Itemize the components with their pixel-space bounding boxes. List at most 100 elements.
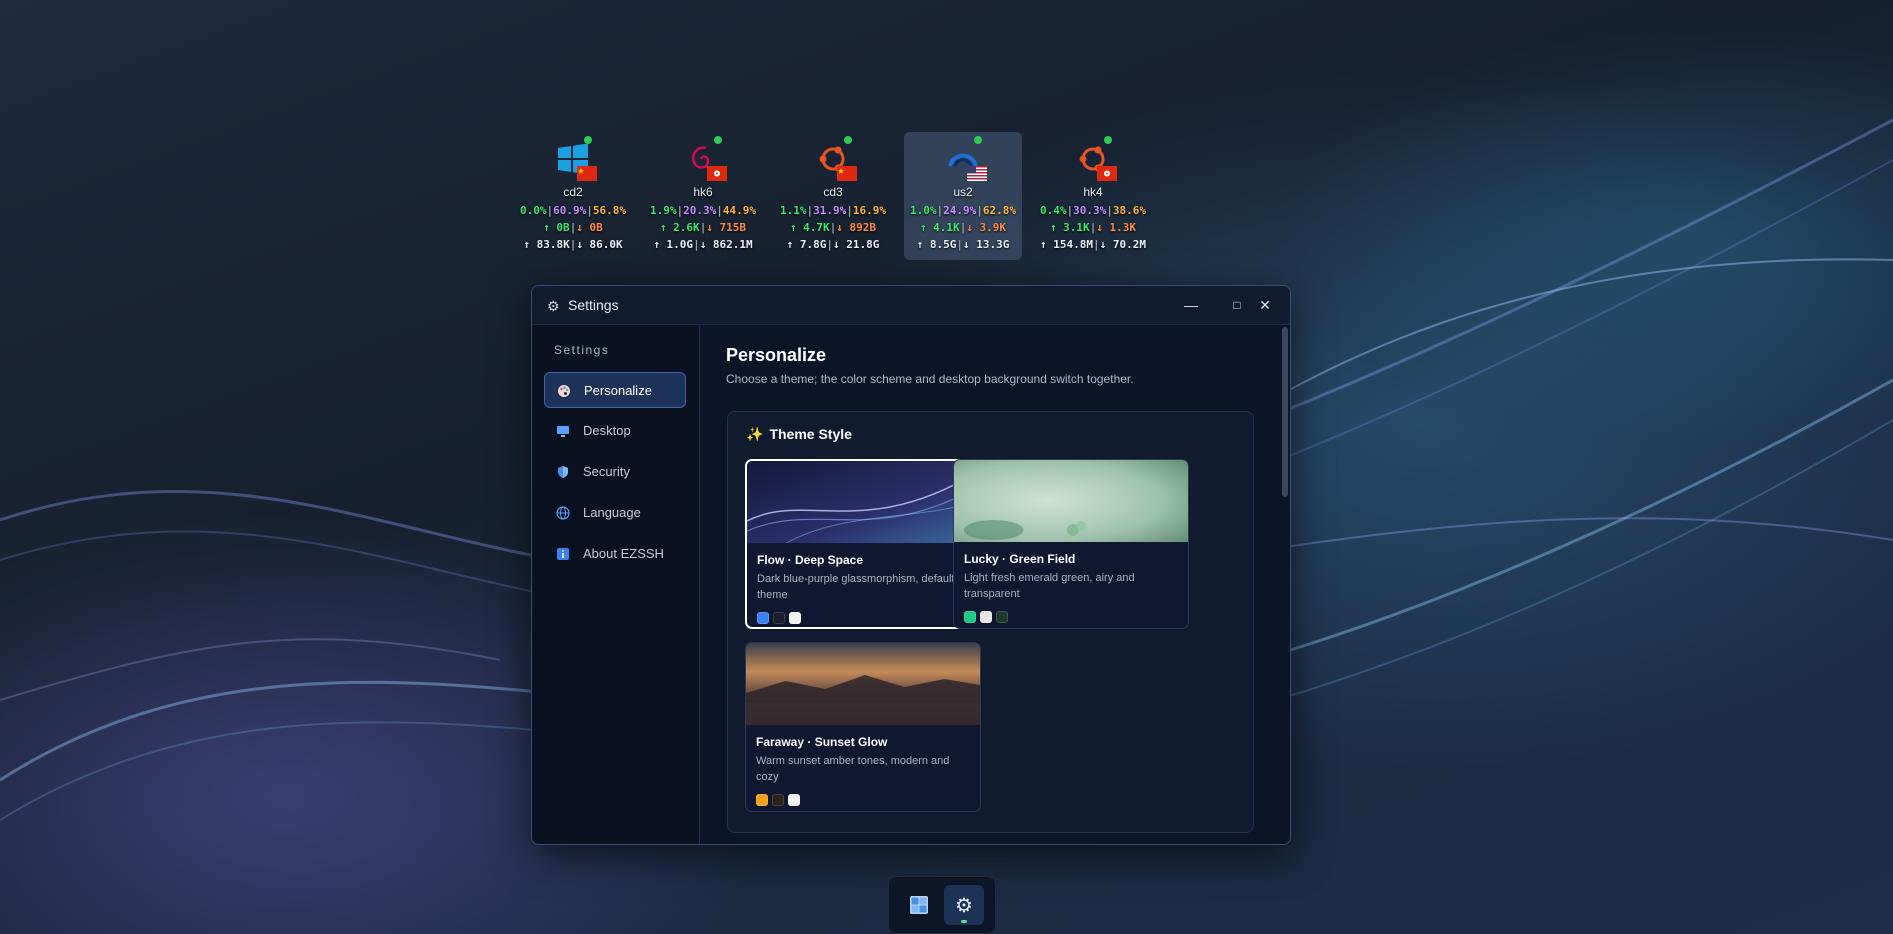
swatch xyxy=(980,611,992,623)
usage-row: 1.9%|20.3%|44.9% xyxy=(634,202,772,219)
swatch xyxy=(788,794,800,806)
download-speed: ↓ 715B xyxy=(706,221,747,234)
separator: | xyxy=(693,238,700,251)
color-swatches xyxy=(964,610,1012,623)
server-hk6[interactable]: hk6 1.9%|20.3%|44.9% ↑ 2.6K|↓ 715B ↑ 1.0G|↓… xyxy=(644,132,762,260)
download-total: ↓ 13.3G xyxy=(963,238,1010,251)
server-cd3[interactable]: cd3 1.1%|31.9%|16.9% ↑ 4.7K|↓ 892B ↑ 7.8G|↓… xyxy=(774,132,892,260)
desktop-server-icons: cd2 0.0%|60.9%|56.8% ↑ 0B|↓ 0B ↑ 83.8K|↓ 86… xyxy=(514,132,1174,262)
theme-name: Lucky · Green Field xyxy=(964,552,1076,566)
china-flag-icon xyxy=(837,166,857,181)
upload-total: ↑ 83.8K xyxy=(523,238,570,251)
sidebar-item-label: Desktop xyxy=(583,423,631,438)
net-speed-row: ↑ 4.7K|↓ 892B xyxy=(764,219,902,236)
running-indicator xyxy=(961,920,967,923)
sidebar-item-label: Language xyxy=(583,505,641,520)
china-flag-icon xyxy=(577,166,597,181)
hongkong-flag-icon xyxy=(707,166,727,181)
theme-name: Faraway · Sunset Glow xyxy=(756,735,888,749)
server-name: hk4 xyxy=(1083,185,1103,199)
disk-usage: 38.6% xyxy=(1112,204,1146,217)
server-stats: 1.0%|24.9%|62.8% ↑ 4.1K|↓ 3.9K ↑ 8.5G|↓ 13… xyxy=(894,202,1032,253)
server-hk4[interactable]: hk4 0.4%|30.3%|38.6% ↑ 3.1K|↓ 1.3K ↑ 154.8M… xyxy=(1034,132,1152,260)
color-swatches xyxy=(756,793,804,806)
download-total: ↓ 70.2M xyxy=(1099,238,1146,251)
download-speed: ↓ 0B xyxy=(576,221,603,234)
swatch xyxy=(789,612,801,624)
swatch xyxy=(757,612,769,624)
upload-speed: ↑ 4.7K xyxy=(789,221,830,234)
net-speed-row: ↑ 3.1K|↓ 1.3K xyxy=(1024,219,1162,236)
page-title: Personalize xyxy=(726,345,827,365)
sidebar-item-desktop[interactable]: Desktop xyxy=(544,413,686,449)
usage-row: 0.0%|60.9%|56.8% xyxy=(504,202,642,219)
memory-usage: 30.3% xyxy=(1073,204,1107,217)
scrollbar[interactable] xyxy=(1282,327,1288,497)
theme-description: Warm sunset amber tones, modern and cozy xyxy=(756,755,950,783)
upload-speed: ↑ 0B xyxy=(543,221,570,234)
server-us2[interactable]: us2 1.0%|24.9%|62.8% ↑ 4.1K|↓ 3.9K ↑ 8.5G|↓… xyxy=(904,132,1022,260)
upload-speed: ↑ 4.1K xyxy=(919,221,960,234)
theme-card-flow[interactable]: Flow · Deep Space ✓ Dark blue-purple gla… xyxy=(745,459,981,629)
usage-row: 0.4%|30.3%|38.6% xyxy=(1024,202,1162,219)
separator: | xyxy=(716,204,723,217)
net-total-row: ↑ 154.8M|↓ 70.2M xyxy=(1024,236,1162,253)
server-name: cd3 xyxy=(823,185,843,199)
cpu-usage: 1.9% xyxy=(650,204,677,217)
upload-speed: ↑ 3.1K xyxy=(1049,221,1090,234)
net-total-row: ↑ 7.8G|↓ 21.8G xyxy=(764,236,902,253)
upload-total: ↑ 1.0G xyxy=(653,238,694,251)
title-bar[interactable]: ⚙ Settings — □ ✕ xyxy=(532,286,1290,325)
cpu-usage: 1.0% xyxy=(910,204,937,217)
sidebar-item-label: About EZSSH xyxy=(583,546,664,561)
server-cd2[interactable]: cd2 0.0%|60.9%|56.8% ↑ 0B|↓ 0B ↑ 83.8K|↓ 86… xyxy=(514,132,632,260)
theme-style-panel: ✨ Theme Style Flow · Deep Space ✓ Dark bl… xyxy=(727,411,1254,833)
sparkles-icon: ✨ xyxy=(746,426,764,442)
download-speed: ↓ 892B xyxy=(836,221,877,234)
theme-preview-flow xyxy=(747,461,979,543)
separator: | xyxy=(976,204,983,217)
theme-preview-faraway xyxy=(746,643,980,725)
info-icon xyxy=(556,547,570,561)
upload-total: ↑ 154.8M xyxy=(1040,238,1093,251)
minimize-button[interactable]: — xyxy=(1168,286,1214,324)
disk-usage: 44.9% xyxy=(722,204,756,217)
server-name: hk6 xyxy=(693,185,713,199)
net-total-row: ↑ 1.0G|↓ 862.1M xyxy=(634,236,772,253)
theme-card-faraway[interactable]: Faraway · Sunset Glow Warm sunset amber … xyxy=(745,642,981,812)
disk-usage: 62.8% xyxy=(982,204,1016,217)
close-button[interactable]: ✕ xyxy=(1242,286,1288,324)
sidebar-item-personalize[interactable]: Personalize xyxy=(544,372,686,408)
theme-preview-lucky xyxy=(954,460,1188,542)
memory-usage: 31.9% xyxy=(813,204,847,217)
usage-row: 1.0%|24.9%|62.8% xyxy=(894,202,1032,219)
color-swatches xyxy=(757,611,805,624)
server-stats: 0.0%|60.9%|56.8% ↑ 0B|↓ 0B ↑ 83.8K|↓ 86.0K xyxy=(504,202,642,253)
separator: | xyxy=(956,238,963,251)
net-total-row: ↑ 8.5G|↓ 13.3G xyxy=(894,236,1032,253)
usage-row: 1.1%|31.9%|16.9% xyxy=(764,202,902,219)
sidebar-item-security[interactable]: Security xyxy=(544,454,686,490)
download-total: ↓ 21.8G xyxy=(833,238,880,251)
page-subtitle: Choose a theme; the color scheme and des… xyxy=(726,372,1134,386)
taskbar: ⚙ xyxy=(888,876,996,934)
swatch xyxy=(996,611,1008,623)
memory-usage: 24.9% xyxy=(943,204,977,217)
separator: | xyxy=(1093,238,1100,251)
separator: | xyxy=(846,204,853,217)
server-name: us2 xyxy=(953,185,973,199)
disk-usage: 16.9% xyxy=(852,204,886,217)
sidebar-item-about[interactable]: About EZSSH xyxy=(544,536,686,572)
download-total: ↓ 862.1M xyxy=(699,238,753,251)
cpu-usage: 0.0% xyxy=(520,204,547,217)
sidebar-item-label: Security xyxy=(583,464,630,479)
sidebar-item-language[interactable]: Language xyxy=(544,495,686,531)
net-speed-row: ↑ 2.6K|↓ 715B xyxy=(634,219,772,236)
swatch xyxy=(964,611,976,623)
taskbar-settings-app[interactable]: ⚙ xyxy=(944,885,984,925)
theme-description: Light fresh emerald green, airy and tran… xyxy=(964,572,1135,600)
theme-card-lucky[interactable]: Lucky · Green Field Light fresh emerald … xyxy=(953,459,1189,629)
disk-usage: 56.8% xyxy=(592,204,626,217)
swatch xyxy=(756,794,768,806)
taskbar-desktop-app[interactable] xyxy=(899,885,939,925)
